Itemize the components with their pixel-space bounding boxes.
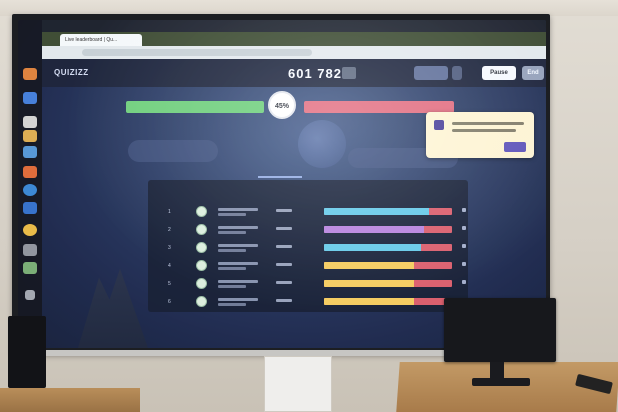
app-grid-icon[interactable] (25, 290, 35, 300)
accuracy-fill (324, 244, 421, 251)
row-expand-icon[interactable] (462, 226, 466, 230)
avatar-icon (196, 224, 207, 235)
leaderboard-header (148, 180, 468, 194)
player-points (276, 227, 292, 230)
accuracy-bar (324, 208, 452, 215)
avatar-icon (196, 242, 207, 253)
monitor-right (444, 298, 556, 362)
writer-icon[interactable] (23, 146, 37, 158)
correct-bar (126, 101, 264, 113)
monitor-base (472, 378, 530, 386)
leaderboard-row: 5 (156, 276, 466, 292)
quizizz-logo: QUIZIZZ (54, 68, 89, 77)
popup-text-line (452, 129, 516, 132)
accuracy-bar (324, 244, 452, 251)
files-icon[interactable] (23, 116, 37, 128)
player-points (276, 245, 292, 248)
accuracy-bar (324, 262, 452, 269)
firefox-icon[interactable] (23, 68, 37, 80)
tab-leaderboard[interactable] (258, 170, 302, 178)
player-name-line (218, 285, 246, 288)
player-name-line (218, 231, 246, 234)
row-rank: 5 (168, 281, 171, 287)
quiz-header: QUIZIZZ 601 782 Pause End (42, 59, 546, 87)
mountain-graphic (78, 268, 148, 348)
row-rank: 4 (168, 263, 171, 269)
row-expand-icon[interactable] (462, 208, 466, 212)
software-center-icon[interactable] (23, 166, 37, 178)
avatar-icon (196, 296, 207, 307)
accuracy-fill (324, 262, 414, 269)
terminal-icon[interactable] (23, 244, 37, 256)
accuracy-fill (324, 226, 424, 233)
notification-popup (426, 112, 534, 158)
pause-button[interactable]: Pause (482, 66, 516, 80)
player-name-line (218, 249, 246, 252)
accuracy-bar (324, 226, 452, 233)
popup-action-button[interactable] (504, 142, 526, 152)
leaderboard-row: 3 (156, 240, 466, 256)
leaderboard-row: 4 (156, 258, 466, 274)
leaderboard-panel: 1 2 3 4 5 6 (148, 180, 468, 312)
url-input[interactable] (82, 49, 312, 56)
accuracy-percent: 45% (268, 91, 296, 119)
score-info-icon[interactable] (342, 67, 356, 79)
chrome-icon[interactable] (23, 224, 37, 236)
settings-button[interactable] (414, 66, 448, 80)
accuracy-bar (324, 280, 452, 287)
monitor-left (8, 316, 46, 388)
browser-tab[interactable]: Live leaderboard | Qu... (60, 34, 142, 46)
player-points (276, 299, 292, 302)
avatar-icon (196, 206, 207, 217)
row-rank: 3 (168, 245, 171, 251)
accuracy-bar (324, 298, 452, 305)
row-rank: 6 (168, 299, 171, 305)
player-name (218, 208, 258, 211)
total-score: 601 782 (288, 66, 342, 81)
rhythmbox-icon[interactable] (23, 130, 37, 142)
accuracy-fill (324, 298, 414, 305)
player-name-line (218, 303, 246, 306)
row-expand-icon[interactable] (462, 262, 466, 266)
os-taskbar (18, 20, 42, 348)
end-button[interactable]: End (522, 66, 544, 80)
help-icon[interactable] (23, 184, 37, 196)
browser-address-bar (42, 46, 546, 59)
popup-text-line (452, 122, 524, 125)
avatar-icon (196, 260, 207, 271)
thunderbird-icon[interactable] (23, 92, 37, 104)
player-name (218, 280, 258, 283)
row-expand-icon[interactable] (462, 244, 466, 248)
system-top-bar (42, 20, 546, 32)
popup-icon (434, 120, 444, 130)
avatar-icon (196, 278, 207, 289)
cloud-graphic (128, 140, 218, 162)
player-name-line (218, 213, 246, 216)
row-rank: 1 (168, 209, 171, 215)
player-points (276, 209, 292, 212)
trash-icon[interactable] (23, 262, 37, 274)
leaderboard-row: 6 (156, 294, 466, 310)
leaderboard-row: 2 (156, 222, 466, 238)
leaderboard-tabs (204, 168, 364, 180)
player-points (276, 263, 292, 266)
moon-graphic (298, 120, 346, 168)
row-expand-icon[interactable] (462, 280, 466, 284)
accuracy-fill (324, 208, 429, 215)
vscode-icon[interactable] (23, 202, 37, 214)
browser-tab-bar: Live leaderboard | Qu... (42, 32, 546, 46)
wall-panel (264, 356, 332, 412)
player-name (218, 226, 258, 229)
leaderboard-row: 1 (156, 204, 466, 220)
classroom-scene: Live leaderboard | Qu... QUIZIZZ 601 782… (0, 0, 618, 412)
row-rank: 2 (168, 227, 171, 233)
accuracy-fill (324, 280, 414, 287)
player-name (218, 298, 258, 301)
player-name-line (218, 267, 246, 270)
more-icon[interactable] (452, 66, 462, 80)
desk-left (0, 388, 140, 412)
player-points (276, 281, 292, 284)
player-name (218, 262, 258, 265)
player-name (218, 244, 258, 247)
